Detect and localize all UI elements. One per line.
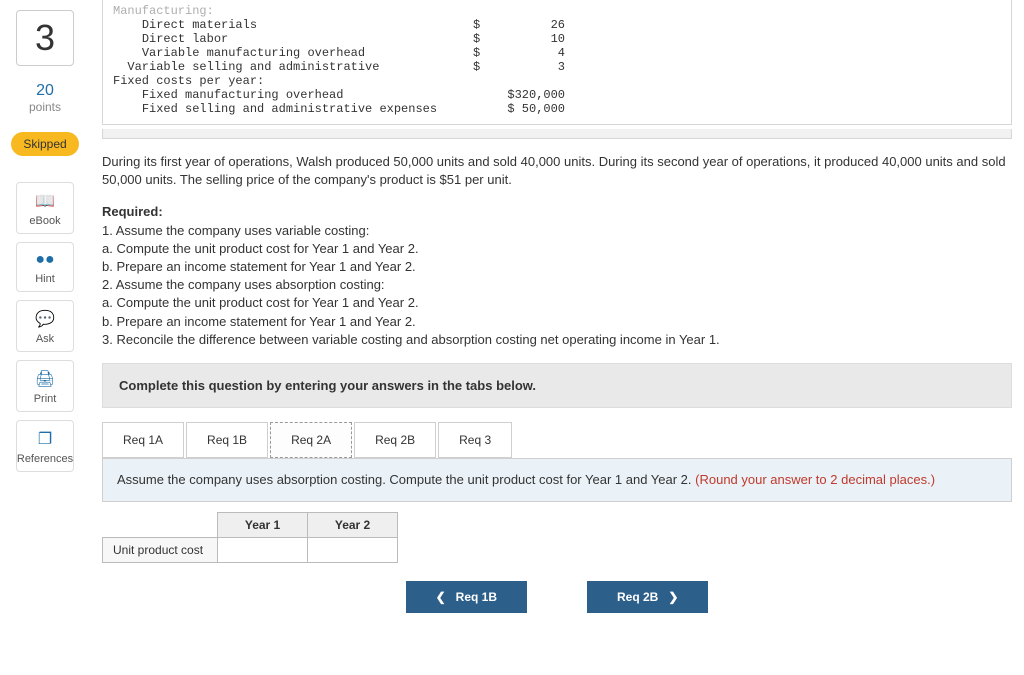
print-label: Print — [34, 393, 57, 405]
col-header-year2: Year 2 — [308, 513, 398, 538]
required-line: a. Compute the unit product cost for Yea… — [102, 241, 419, 256]
currency-symbol: $ — [473, 32, 480, 46]
horizontal-scrollbar[interactable] — [102, 129, 1012, 139]
ask-button[interactable]: 💬 Ask — [16, 300, 74, 352]
required-line: 2. Assume the company uses absorption co… — [102, 277, 385, 292]
required-line: 3. Reconcile the difference between vari… — [102, 332, 720, 347]
ebook-label: eBook — [29, 215, 60, 227]
book-icon: 📖 — [35, 191, 55, 211]
chat-icon: 💬 — [35, 309, 55, 329]
cost-value: 3 — [505, 60, 565, 74]
cost-label: Direct labor — [113, 32, 228, 46]
cost-label: Fixed selling and administrative expense… — [113, 102, 437, 116]
row-label-unit-product-cost: Unit product cost — [103, 538, 218, 563]
tab-req-1b[interactable]: Req 1B — [186, 422, 268, 458]
ebook-button[interactable]: 📖 eBook — [16, 182, 74, 234]
tab-prompt-main: Assume the company uses absorption costi… — [117, 472, 695, 487]
references-button[interactable]: ❐ References — [16, 420, 74, 472]
cost-label: Direct materials — [113, 18, 257, 32]
next-tab-label: Req 2B — [617, 590, 658, 604]
main-content: Manufacturing: Direct materials $26 Direc… — [90, 0, 1024, 633]
cost-value: 4 — [505, 46, 565, 60]
chevron-right-icon: ❯ — [668, 590, 678, 604]
instruction-bar: Complete this question by entering your … — [102, 363, 1012, 408]
copy-icon: ❐ — [38, 429, 52, 449]
hint-button[interactable]: ●● Hint — [16, 242, 74, 292]
cost-label: Variable manufacturing overhead — [113, 46, 365, 60]
cost-label: Fixed costs per year: — [113, 74, 264, 88]
next-tab-button[interactable]: Req 2B ❯ — [587, 581, 708, 613]
required-section: Required: 1. Assume the company uses var… — [102, 203, 1012, 349]
prev-tab-button[interactable]: ❮ Req 1B — [406, 581, 527, 613]
tab-req-1a[interactable]: Req 1A — [102, 422, 184, 458]
required-line: 1. Assume the company uses variable cost… — [102, 223, 369, 238]
points-value: 20 — [29, 82, 61, 100]
required-line: b. Prepare an income statement for Year … — [102, 259, 416, 274]
hint-icon: ●● — [35, 251, 54, 269]
problem-narrative: During its first year of operations, Wal… — [102, 153, 1012, 189]
tab-prompt-hint: (Round your answer to 2 decimal places.) — [695, 472, 935, 487]
cost-value: 10 — [505, 32, 565, 46]
cost-label: Variable selling and administrative — [113, 60, 379, 74]
required-line: b. Prepare an income statement for Year … — [102, 314, 416, 329]
ask-label: Ask — [36, 333, 54, 345]
cost-value: 26 — [505, 18, 565, 32]
nav-row: ❮ Req 1B Req 2B ❯ — [102, 581, 1012, 613]
col-header-year1: Year 1 — [218, 513, 308, 538]
required-line: a. Compute the unit product cost for Yea… — [102, 295, 419, 310]
tab-req-2a[interactable]: Req 2A — [270, 422, 352, 458]
tab-prompt: Assume the company uses absorption costi… — [102, 458, 1012, 502]
tab-req-3[interactable]: Req 3 — [438, 422, 512, 458]
input-year2-unit-cost[interactable] — [308, 538, 398, 563]
hint-label: Hint — [35, 273, 55, 285]
answer-table: Year 1 Year 2 Unit product cost — [102, 512, 398, 563]
question-number: 3 — [16, 10, 74, 66]
cost-header-cut: Manufacturing: — [113, 4, 214, 18]
printer-icon: 🖨 — [35, 369, 55, 389]
references-label: References — [17, 453, 73, 465]
prev-tab-label: Req 1B — [456, 590, 497, 604]
left-sidebar: 3 20 points Skipped 📖 eBook ●● Hint 💬 As… — [0, 0, 90, 633]
cost-data-box: Manufacturing: Direct materials $26 Direc… — [102, 0, 1012, 125]
cost-value: $320,000 — [493, 88, 565, 102]
chevron-left-icon: ❮ — [436, 590, 446, 604]
points-indicator: 20 points — [29, 82, 61, 114]
currency-symbol: $ — [473, 18, 480, 32]
input-year1-unit-cost[interactable] — [218, 538, 308, 563]
currency-symbol: $ — [473, 60, 480, 74]
status-badge: Skipped — [11, 132, 78, 156]
print-button[interactable]: 🖨 Print — [16, 360, 74, 412]
tabs-row: Req 1A Req 1B Req 2A Req 2B Req 3 — [102, 422, 1012, 458]
required-heading: Required: — [102, 204, 163, 219]
tab-req-2b[interactable]: Req 2B — [354, 422, 436, 458]
cost-label: Fixed manufacturing overhead — [113, 88, 343, 102]
points-label: points — [29, 100, 61, 114]
currency-symbol: $ — [473, 46, 480, 60]
cost-value: $ 50,000 — [493, 102, 565, 116]
